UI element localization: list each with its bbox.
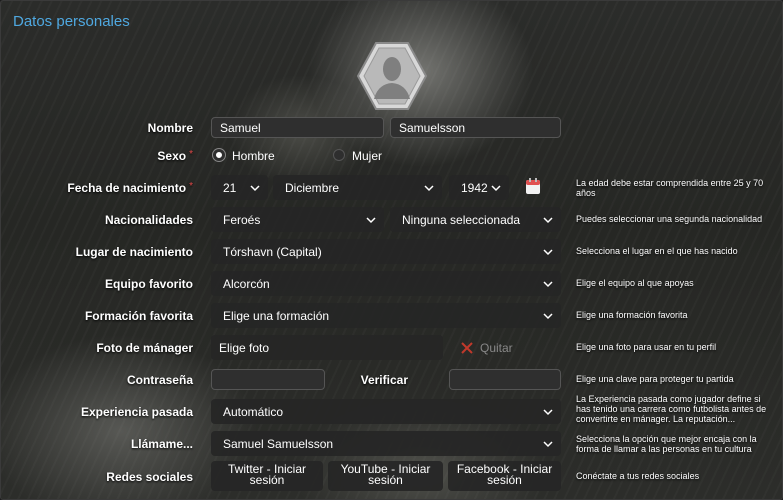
chevron-down-icon — [250, 185, 260, 192]
remove-photo-button[interactable] — [461, 342, 473, 354]
label-nombre: Nombre — [147, 121, 193, 135]
chevron-down-icon — [366, 217, 376, 224]
help-redes: Conéctate a tus redes sociales — [576, 471, 700, 481]
birthplace-select[interactable]: Tórshavn (Capital) — [211, 239, 561, 264]
radio-hombre-label: Hombre — [232, 149, 275, 163]
birth-year-value: 1942 — [461, 181, 488, 195]
chevron-down-icon — [424, 185, 434, 192]
panel-title: Datos personales — [13, 13, 130, 30]
label-llamame: Llámame... — [130, 437, 193, 451]
birth-month-select[interactable]: Diciembre — [273, 175, 442, 200]
calendar-icon[interactable] — [525, 178, 541, 195]
birth-day-value: 21 — [223, 181, 237, 195]
birth-day-select[interactable]: 21 — [211, 175, 268, 200]
password-verify-field[interactable] — [449, 369, 561, 390]
chevron-down-icon — [543, 217, 553, 224]
last-name-field[interactable]: Samuelsson — [390, 117, 561, 138]
youtube-login-button[interactable]: YouTube - Iniciar sesión — [328, 461, 443, 491]
help-formacion: Elige una formación favorita — [576, 310, 688, 320]
first-name-field[interactable]: Samuel — [211, 117, 384, 138]
chevron-down-icon — [543, 313, 553, 320]
birthplace-value: Tórshavn (Capital) — [223, 245, 322, 259]
favorite-team-value: Alcorcón — [223, 277, 270, 291]
label-formacion: Formación favorita — [84, 309, 193, 323]
help-lugar: Selecciona el lugar en el que has nacido — [576, 246, 738, 256]
label-experiencia: Experiencia pasada — [80, 405, 193, 419]
help-nacionalidades: Puedes seleccionar una segunda nacionali… — [576, 214, 763, 224]
help-contrasena: Elige una clave para proteger tu partida — [576, 374, 734, 384]
chevron-down-icon — [543, 409, 553, 416]
personal-data-panel: Datos personales Nombre Samuel Samuelsso… — [0, 0, 783, 500]
close-icon — [461, 342, 473, 354]
nationality-2-select[interactable]: Ninguna seleccionada — [390, 207, 561, 232]
label-redes: Redes sociales — [106, 470, 193, 484]
twitter-login-button[interactable]: Twitter - Iniciar sesión — [211, 461, 323, 491]
favorite-formation-value: Elige una formación — [223, 309, 330, 323]
nationality-1-value: Feroés — [223, 213, 261, 227]
label-sexo: Sexo * — [157, 149, 193, 163]
label-fecha: Fecha de nacimiento * — [67, 181, 193, 195]
help-llamame: Selecciona la opción que mejor encaja co… — [576, 434, 757, 454]
choose-photo-button[interactable]: Elige foto — [211, 335, 443, 360]
radio-mujer[interactable] — [333, 149, 345, 161]
facebook-login-button[interactable]: Facebook - Iniciar sesión — [448, 461, 561, 491]
label-contrasena: Contraseña — [126, 373, 193, 387]
experience-value: Automático — [223, 405, 284, 419]
experience-select[interactable]: Automático — [211, 399, 561, 424]
birth-year-select[interactable]: 1942 — [449, 175, 509, 200]
radio-hombre[interactable] — [213, 149, 225, 161]
help-foto: Elige una foto para usar en tu perfil — [576, 342, 717, 352]
chevron-down-icon — [543, 441, 553, 448]
chevron-down-icon — [543, 281, 553, 288]
label-foto: Foto de mánager — [96, 341, 193, 355]
help-fecha: La edad debe estar comprendida entre 25 … — [576, 178, 764, 198]
help-experiencia: La Experiencia pasada como jugador defin… — [576, 394, 767, 424]
nationality-2-value: Ninguna seleccionada — [402, 213, 521, 227]
radio-mujer-label: Mujer — [352, 149, 383, 163]
label-verificar: Verificar — [360, 373, 408, 387]
label-lugar: Lugar de nacimiento — [75, 245, 193, 259]
remove-photo-label[interactable]: Quitar — [480, 341, 513, 355]
required-marker: * — [189, 181, 193, 192]
nationality-1-select[interactable]: Feroés — [211, 207, 384, 232]
avatar-hexagon-icon[interactable] — [356, 41, 428, 111]
call-me-value: Samuel Samuelsson — [223, 437, 334, 451]
chevron-down-icon — [543, 249, 553, 256]
favorite-formation-select[interactable]: Elige una formación — [211, 303, 561, 328]
label-equipo: Equipo favorito — [105, 277, 193, 291]
label-nacionalidades: Nacionalidades — [104, 213, 193, 227]
call-me-select[interactable]: Samuel Samuelsson — [211, 431, 561, 456]
birth-month-value: Diciembre — [285, 181, 340, 195]
help-equipo: Elige el equipo al que apoyas — [576, 278, 694, 288]
required-marker: * — [189, 149, 193, 160]
chevron-down-icon — [491, 185, 501, 192]
favorite-team-select[interactable]: Alcorcón — [211, 271, 561, 296]
